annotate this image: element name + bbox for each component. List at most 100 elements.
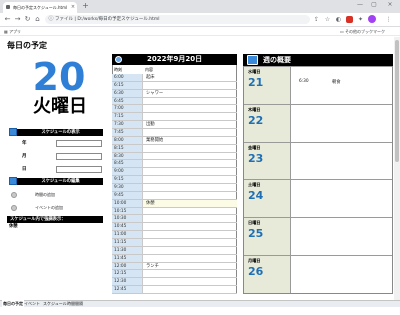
extensions-puzzle-icon[interactable]: ✦	[356, 14, 365, 25]
event-cell[interactable]	[143, 278, 237, 285]
event-cell[interactable]	[143, 223, 237, 230]
time-row[interactable]: 8:00 業務開始	[112, 136, 237, 145]
week-day[interactable]: 金曜日 23	[244, 141, 392, 180]
time-row[interactable]: 12:00 ランチ	[112, 262, 237, 271]
add-event-icon[interactable]	[11, 205, 17, 211]
time-row[interactable]: 11:45	[112, 254, 237, 263]
scrollbar-thumb[interactable]	[395, 40, 399, 162]
time-row[interactable]: 6:30 シャワー	[112, 89, 237, 98]
week-day-name: 日曜日	[248, 220, 261, 226]
time-row[interactable]: 7:45	[112, 129, 237, 137]
time-row[interactable]: 6:15	[112, 81, 237, 90]
sheet-tab-daily[interactable]: 毎日の予定	[2, 300, 24, 307]
event-cell[interactable]: 起床	[143, 74, 237, 81]
event-cell[interactable]	[143, 98, 237, 105]
week-day[interactable]: 木曜日 22	[244, 103, 392, 142]
minimize-button[interactable]: —	[354, 0, 366, 10]
time-row[interactable]: 10:00 休憩	[112, 199, 237, 208]
time-row[interactable]: 10:15	[112, 207, 237, 216]
time-row[interactable]: 6:45	[112, 97, 237, 106]
week-day[interactable]: 日曜日 25	[244, 217, 392, 255]
browser-tab[interactable]: 毎日の予定スケジュール.html	[3, 2, 77, 13]
adblock-extension-icon[interactable]	[346, 16, 353, 23]
bookmark-other[interactable]: ▭ その他のブックマーク	[340, 27, 385, 36]
new-tab-button[interactable]: +	[81, 1, 90, 11]
week-day[interactable]: 水曜日 21 6:30 朝食	[244, 66, 392, 104]
sheet-tab-schedule[interactable]: スケジュール	[42, 300, 68, 307]
time-row[interactable]: 9:15	[112, 176, 237, 185]
time-row[interactable]: 6:00 起床	[112, 74, 237, 82]
event-cell[interactable]	[143, 113, 237, 120]
time-row[interactable]: 7:00	[112, 105, 237, 114]
forward-icon[interactable]: →	[13, 14, 22, 25]
time-row[interactable]: 12:15	[112, 270, 237, 279]
time-row[interactable]: 9:00	[112, 168, 237, 177]
time-row[interactable]: 7:30 出勤	[112, 121, 237, 130]
event-cell[interactable]: シャワー	[143, 90, 237, 97]
event-cell[interactable]	[143, 145, 237, 152]
event-cell[interactable]	[143, 247, 237, 254]
month-input[interactable]	[56, 153, 102, 160]
share-icon[interactable]: ⇪	[312, 14, 321, 25]
event-cell[interactable]	[143, 286, 237, 293]
time-row[interactable]: 12:45	[112, 286, 237, 294]
year-input[interactable]	[56, 140, 102, 147]
address-bar[interactable]: ファイル | D:/works/毎日の予定スケジュール.html	[45, 15, 310, 24]
week-day[interactable]: 土曜日 24	[244, 179, 392, 218]
time-row[interactable]: 8:15	[112, 144, 237, 153]
time-row[interactable]: 9:45	[112, 191, 237, 200]
time-row[interactable]: 10:45	[112, 223, 237, 232]
add-event-button[interactable]: イベントの追加	[35, 204, 63, 212]
event-cell[interactable]	[143, 105, 237, 112]
event-cell[interactable]: 休憩	[143, 199, 237, 207]
maximize-button[interactable]: ▢	[368, 0, 380, 10]
event-cell[interactable]	[143, 160, 237, 167]
back-icon[interactable]: ←	[3, 14, 12, 25]
menu-icon[interactable]: ⋮	[384, 14, 393, 25]
event-cell[interactable]	[143, 184, 237, 191]
event-cell[interactable]	[143, 153, 237, 160]
event-cell[interactable]	[143, 255, 237, 262]
time-row[interactable]: 11:00	[112, 231, 237, 240]
week-day-number: 26	[248, 265, 264, 278]
event-cell[interactable]	[143, 215, 237, 222]
event-cell[interactable]	[143, 231, 237, 238]
time-row[interactable]: 8:45	[112, 160, 237, 169]
time-row[interactable]: 7:15	[112, 113, 237, 122]
profile-avatar[interactable]	[368, 15, 376, 23]
time-row[interactable]: 8:30	[112, 152, 237, 161]
window-close-button[interactable]: ×	[384, 0, 396, 10]
event-cell[interactable]: 業務開始	[143, 137, 237, 144]
sheet-tab-interval[interactable]: 時間間隔	[66, 300, 84, 307]
time-row[interactable]: 9:30	[112, 184, 237, 192]
add-time-icon[interactable]	[11, 192, 17, 198]
time-row[interactable]: 10:30	[112, 215, 237, 224]
event-cell[interactable]	[143, 239, 237, 246]
event-cell[interactable]	[143, 208, 237, 215]
week-day-date-cell: 月曜日 26	[244, 256, 291, 293]
event-cell[interactable]	[143, 168, 237, 175]
site-info-icon[interactable]: ⓘ	[48, 16, 54, 23]
time-row[interactable]: 11:15	[112, 239, 237, 247]
event-cell[interactable]	[143, 176, 237, 183]
day-input[interactable]	[56, 166, 102, 173]
tab-close-icon[interactable]: ×	[70, 3, 76, 11]
week-day-date-cell: 土曜日 24	[244, 180, 291, 218]
event-cell[interactable]	[143, 192, 237, 199]
week-day[interactable]: 月曜日 26	[244, 255, 392, 293]
event-cell[interactable]	[143, 82, 237, 89]
home-icon[interactable]: ⌂	[33, 14, 42, 25]
event-cell[interactable]: ランチ	[143, 263, 237, 270]
add-time-button[interactable]: 時間の追加	[35, 191, 55, 199]
reload-icon[interactable]: ↻	[23, 14, 32, 25]
event-cell[interactable]	[143, 270, 237, 277]
bookmark-star-icon[interactable]: ☆	[323, 14, 332, 25]
extension-icon[interactable]: ◐	[334, 14, 343, 25]
sheet-tab-events[interactable]: イベント	[23, 300, 41, 307]
event-cell[interactable]: 出勤	[143, 121, 237, 128]
time-row[interactable]: 12:30	[112, 278, 237, 287]
event-cell[interactable]	[143, 129, 237, 136]
highlight-value[interactable]: 休憩	[9, 223, 18, 229]
bookmark-apps[interactable]: ▦ アプリ	[4, 27, 21, 36]
time-row[interactable]: 11:30	[112, 246, 237, 255]
